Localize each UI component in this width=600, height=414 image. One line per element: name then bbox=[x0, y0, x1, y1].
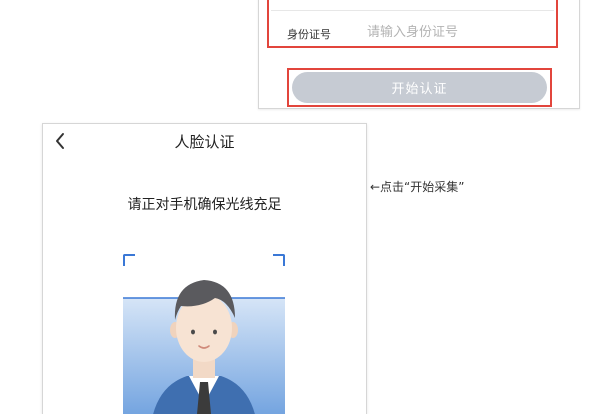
instruction-text: 请正对手机确保光线充足 bbox=[127, 197, 282, 213]
id-form-highlight: 身份证号 bbox=[267, 0, 558, 48]
id-number-label: 身份证号 bbox=[287, 28, 331, 41]
face-portrait-illustration bbox=[123, 280, 285, 414]
page-title: 人脸认证 bbox=[174, 133, 235, 151]
face-verification-screen: 人脸认证 请正对手机确保光线充足 bbox=[42, 123, 367, 414]
start-verification-button[interactable]: 开始认证 bbox=[292, 72, 547, 103]
id-form-panel: 身份证号 开始认证 bbox=[258, 0, 580, 109]
annotation-note: ←点击“开始采集” bbox=[370, 180, 465, 194]
start-button-highlight: 开始认证 bbox=[287, 68, 552, 107]
form-divider bbox=[271, 10, 554, 11]
id-number-input[interactable] bbox=[367, 22, 547, 42]
face-capture-frame bbox=[123, 254, 285, 414]
